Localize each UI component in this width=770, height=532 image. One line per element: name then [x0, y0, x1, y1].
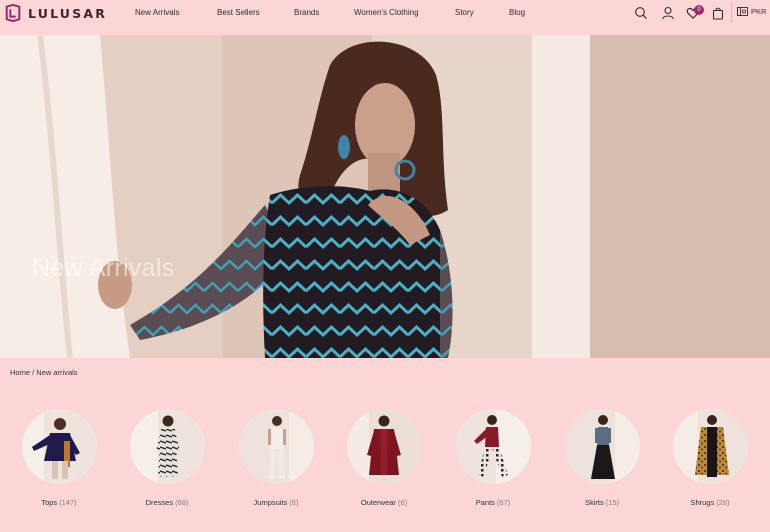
nav-story[interactable]: Story — [455, 8, 474, 17]
category-outerwear[interactable]: Outerwear (6) — [339, 409, 429, 513]
category-count: (28) — [716, 498, 730, 507]
nav-brands[interactable]: Brands — [294, 8, 319, 17]
hero-banner[interactable]: New Arrivals — [0, 35, 770, 358]
category-count: (147) — [59, 498, 77, 507]
category-image — [456, 409, 531, 484]
category-name: Outerwear — [360, 498, 396, 507]
nav-best-sellers[interactable]: Best Sellers — [217, 8, 260, 17]
category-shrugs[interactable]: Shrugs (28) — [665, 409, 755, 513]
category-dresses[interactable]: Dresses (68) — [122, 409, 212, 513]
category-dresses-image — [130, 409, 205, 484]
main-nav: New Arrivals Best Sellers Brands Women's… — [0, 0, 620, 27]
category-name: Pants — [475, 498, 495, 507]
wishlist-count-badge: 0 — [694, 5, 704, 15]
category-image — [673, 409, 748, 484]
shopping-bag-icon[interactable] — [711, 6, 725, 20]
category-skirts-image — [565, 409, 640, 484]
category-label: Jumpsuits (6) — [231, 498, 321, 507]
category-pants-image — [456, 409, 531, 484]
category-count: (6) — [397, 498, 408, 507]
category-image — [130, 409, 205, 484]
category-label: Outerwear (6) — [339, 498, 429, 507]
category-jumpsuits[interactable]: Jumpsuits (6) — [231, 409, 321, 513]
category-pants[interactable]: Pants (67) — [448, 409, 538, 513]
site-header: LULUSAR New Arrivals Best Sellers Brands… — [0, 0, 770, 27]
category-name: Skirts — [584, 498, 604, 507]
category-image — [565, 409, 640, 484]
category-image — [347, 409, 422, 484]
category-label: Pants (67) — [448, 498, 538, 507]
category-jumpsuits-image — [239, 409, 314, 484]
category-count: (6) — [289, 498, 299, 507]
category-outerwear-image — [347, 409, 422, 484]
nav-new-arrivals[interactable]: New Arrivals — [135, 8, 179, 17]
nav-blog[interactable]: Blog — [509, 8, 525, 17]
category-label: Tops (147) — [14, 498, 104, 507]
category-shrugs-image — [673, 409, 748, 484]
category-image — [239, 409, 314, 484]
category-count: (68) — [175, 498, 189, 507]
currency-label: PKR — [751, 7, 767, 16]
breadcrumb-home[interactable]: Home — [10, 368, 30, 377]
currency-selector[interactable]: PKR — [737, 7, 766, 16]
search-icon[interactable] — [634, 6, 648, 20]
breadcrumb-current: New arrivals — [36, 368, 78, 377]
category-label: Shrugs (28) — [665, 498, 755, 507]
header-divider — [731, 3, 732, 23]
category-name: Shrugs — [690, 498, 715, 507]
hero-model-image — [0, 35, 770, 358]
category-count: (67) — [496, 498, 511, 507]
category-label: Skirts (15) — [557, 498, 647, 507]
category-name: Tops — [41, 498, 58, 507]
category-label: Dresses (68) — [122, 498, 212, 507]
hero-title: New Arrivals — [32, 254, 175, 282]
category-image — [22, 409, 97, 484]
nav-womens-clothing[interactable]: Women's Clothing — [354, 8, 419, 17]
category-name: Dresses — [145, 498, 174, 507]
account-icon[interactable] — [661, 6, 675, 20]
currency-flag-icon — [737, 7, 748, 16]
category-skirts[interactable]: Skirts (15) — [557, 409, 647, 513]
category-tops[interactable]: Tops (147) — [14, 409, 104, 513]
breadcrumb: Home / New arrivals — [10, 368, 78, 377]
category-tops-image — [22, 409, 97, 484]
category-name: Jumpsuits — [253, 498, 288, 507]
category-count: (15) — [605, 498, 620, 507]
